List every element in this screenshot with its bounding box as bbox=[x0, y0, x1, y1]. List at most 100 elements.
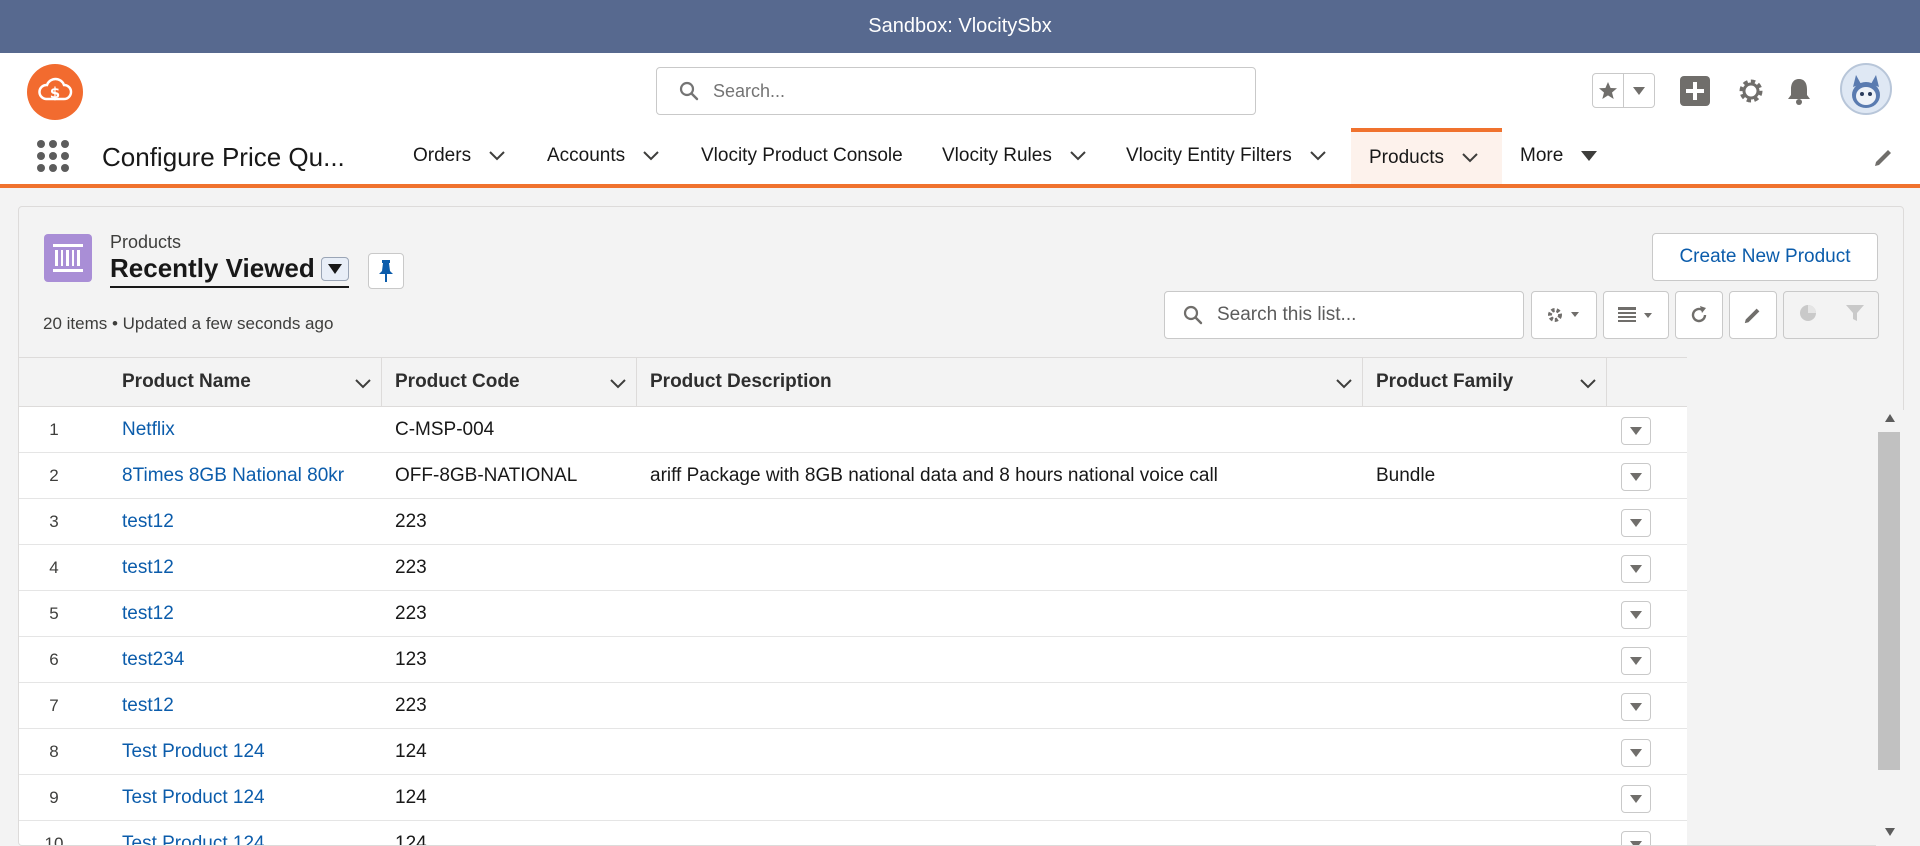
column-header-product-name[interactable]: Product Name bbox=[107, 358, 382, 406]
list-view-selector[interactable]: Recently Viewed bbox=[110, 253, 349, 288]
favorites-list-button[interactable] bbox=[1624, 74, 1654, 107]
table-row[interactable]: 5 test12 223 bbox=[19, 591, 1687, 637]
product-name-link[interactable]: Netflix bbox=[122, 407, 175, 452]
nav-item-vlocity-entity-filters[interactable]: Vlocity Entity Filters bbox=[1126, 128, 1326, 184]
caret-down-icon bbox=[1630, 749, 1642, 757]
chevron-down-icon[interactable] bbox=[1462, 153, 1478, 163]
table-row[interactable]: 7 test12 223 bbox=[19, 683, 1687, 729]
row-number: 9 bbox=[49, 787, 59, 807]
chevron-down-icon bbox=[1633, 86, 1645, 95]
nav-item-vlocity-rules[interactable]: Vlocity Rules bbox=[942, 128, 1086, 184]
chevron-down-icon[interactable] bbox=[355, 373, 371, 395]
list-search-placeholder: Search this list... bbox=[1217, 304, 1357, 325]
nav-item-label: Vlocity Rules bbox=[942, 145, 1052, 166]
list-search-input[interactable]: Search this list... bbox=[1164, 291, 1524, 339]
chevron-down-icon[interactable] bbox=[1580, 373, 1596, 395]
table-row[interactable]: 9 Test Product 124 124 bbox=[19, 775, 1687, 821]
row-number: 5 bbox=[49, 603, 59, 623]
caret-down-icon bbox=[1630, 565, 1642, 573]
sandbox-label: Sandbox: VlocitySbx bbox=[868, 15, 1052, 37]
table-row[interactable]: 6 test234 123 bbox=[19, 637, 1687, 683]
column-header-product-description[interactable]: Product Description bbox=[637, 358, 1363, 406]
product-code: C-MSP-004 bbox=[395, 418, 495, 440]
notifications-button[interactable] bbox=[1784, 76, 1814, 106]
scroll-up-icon[interactable] bbox=[1885, 414, 1895, 422]
inline-edit-button[interactable] bbox=[1729, 291, 1777, 339]
caret-down-icon[interactable] bbox=[320, 256, 349, 281]
row-actions-button[interactable] bbox=[1621, 509, 1651, 537]
scroll-down-icon[interactable] bbox=[1885, 828, 1895, 836]
table-row[interactable]: 4 test12 223 bbox=[19, 545, 1687, 591]
row-number: 3 bbox=[49, 511, 59, 531]
global-search-input[interactable]: Search... bbox=[656, 67, 1256, 115]
product-name-link[interactable]: test12 bbox=[122, 683, 174, 728]
create-new-product-button[interactable]: Create New Product bbox=[1652, 233, 1878, 281]
product-name-link[interactable]: Test Product 124 bbox=[122, 775, 265, 820]
product-name-link[interactable]: test12 bbox=[122, 499, 174, 544]
product-name-link[interactable]: 8Times 8GB National 80kr bbox=[122, 453, 344, 498]
row-actions-button[interactable] bbox=[1621, 647, 1651, 675]
column-header-label: Product Name bbox=[122, 371, 251, 392]
column-header-label: Product Description bbox=[650, 371, 832, 392]
caret-down-icon[interactable] bbox=[1581, 151, 1598, 161]
global-search-placeholder: Search... bbox=[713, 80, 786, 101]
favorites-star-button[interactable] bbox=[1593, 74, 1624, 107]
nav-item-accounts[interactable]: Accounts bbox=[547, 128, 659, 184]
setup-button[interactable] bbox=[1736, 76, 1766, 106]
row-number: 7 bbox=[49, 695, 59, 715]
chevron-down-icon[interactable] bbox=[1336, 373, 1352, 395]
row-actions-button[interactable] bbox=[1621, 831, 1651, 845]
table-row[interactable]: 8 Test Product 124 124 bbox=[19, 729, 1687, 775]
chevron-down-icon[interactable] bbox=[489, 151, 505, 161]
row-number: 8 bbox=[49, 741, 59, 761]
filter-icon[interactable] bbox=[1845, 303, 1865, 328]
app-name: Configure Price Qu... bbox=[102, 142, 345, 172]
bell-icon bbox=[1788, 79, 1810, 105]
product-name-link[interactable]: test12 bbox=[122, 545, 174, 590]
chevron-down-icon[interactable] bbox=[643, 151, 659, 161]
product-code: OFF-8GB-NATIONAL bbox=[395, 464, 578, 486]
star-icon bbox=[1599, 81, 1617, 99]
product-name-link[interactable]: test12 bbox=[122, 591, 174, 636]
display-as-button[interactable] bbox=[1603, 291, 1669, 339]
table-row[interactable]: 2 8Times 8GB National 80kr OFF-8GB-NATIO… bbox=[19, 453, 1687, 499]
pin-list-button[interactable] bbox=[368, 253, 404, 289]
nav-item-more[interactable]: More bbox=[1520, 128, 1598, 184]
chevron-down-icon[interactable] bbox=[610, 373, 626, 395]
row-actions-button[interactable] bbox=[1621, 463, 1651, 491]
table-row[interactable]: 1 Netflix C-MSP-004 bbox=[19, 407, 1687, 453]
nav-item-orders[interactable]: Orders bbox=[413, 128, 505, 184]
refresh-button[interactable] bbox=[1675, 291, 1723, 339]
chart-icon[interactable] bbox=[1798, 303, 1818, 328]
row-actions-button[interactable] bbox=[1621, 555, 1651, 583]
table-row[interactable]: 10 Test Product 124 124 bbox=[19, 821, 1687, 846]
scrollbar-thumb[interactable] bbox=[1878, 432, 1900, 770]
chevron-down-icon[interactable] bbox=[1070, 151, 1086, 161]
user-avatar[interactable] bbox=[1840, 63, 1892, 115]
caret-down-icon bbox=[1630, 427, 1642, 435]
row-actions-button[interactable] bbox=[1621, 739, 1651, 767]
column-header-product-family[interactable]: Product Family bbox=[1363, 358, 1607, 406]
global-actions-button[interactable] bbox=[1680, 76, 1710, 106]
nav-item-products[interactable]: Products bbox=[1351, 128, 1502, 184]
column-header-product-code[interactable]: Product Code bbox=[382, 358, 637, 406]
app-logo-icon[interactable]: $ bbox=[27, 64, 83, 120]
chevron-down-icon[interactable] bbox=[1310, 151, 1326, 161]
list-view-controls-button[interactable] bbox=[1531, 291, 1597, 339]
product-name-link[interactable]: Test Product 124 bbox=[122, 729, 265, 774]
gear-icon bbox=[1548, 308, 1579, 322]
edit-nav-button[interactable] bbox=[1873, 146, 1895, 173]
row-actions-button[interactable] bbox=[1621, 693, 1651, 721]
row-actions-button[interactable] bbox=[1621, 601, 1651, 629]
row-actions-button[interactable] bbox=[1621, 417, 1651, 445]
table-row[interactable]: 3 test12 223 bbox=[19, 499, 1687, 545]
table-scrollbar[interactable] bbox=[1876, 410, 1904, 846]
global-header: $ Search... bbox=[0, 53, 1920, 128]
search-icon bbox=[1183, 305, 1203, 325]
row-actions-button[interactable] bbox=[1621, 785, 1651, 813]
product-name-link[interactable]: test234 bbox=[122, 637, 184, 682]
nav-item-vlocity-product-console[interactable]: Vlocity Product Console bbox=[701, 128, 903, 184]
app-launcher-icon[interactable] bbox=[37, 140, 69, 172]
chart-filter-button-group bbox=[1783, 291, 1879, 339]
product-name-link[interactable]: Test Product 124 bbox=[122, 821, 265, 846]
